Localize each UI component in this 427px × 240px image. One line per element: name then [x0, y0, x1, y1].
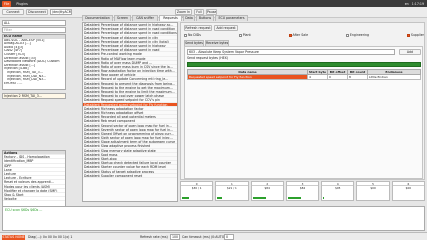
gauge-value: $30 / 1	[191, 186, 202, 190]
tab-documentation[interactable]: Documentation	[82, 15, 113, 21]
gauge-bar	[182, 197, 190, 199]
ecu-tree[interactable]: ECU name ABS-VDC - ABS-ESP [501] Airbag-…	[2, 34, 66, 90]
byte-gauge: 4 $05	[321, 181, 355, 201]
ecu-tree-item[interactable]: EHOMO - ...	[3, 82, 65, 86]
clock: 1:17:19	[411, 1, 424, 6]
filter-label: Engineering	[349, 33, 369, 37]
title-bar: File Plugins en 1:17:19	[0, 0, 427, 7]
byte-gauge: 3 $84	[285, 181, 320, 201]
byte-gauge: 1 $21 / 1	[215, 181, 249, 201]
tab-requests[interactable]: Requests	[159, 15, 182, 21]
status-bar: STATUS NONE Diag(...): 0x 00 0x 00 1(x) …	[0, 232, 427, 240]
filter-checkboxes: No DIDs Plant After Sale Engineering Supplie…	[184, 33, 424, 38]
cell-endianess[interactable]: Little Endian	[367, 74, 421, 80]
tab-data[interactable]: Data	[183, 15, 195, 21]
gauge-bar	[217, 197, 222, 199]
byte-gauge: 2 $84	[250, 181, 284, 201]
send-bytes-input[interactable]	[187, 62, 421, 67]
ecu-search-input[interactable]: Filter	[2, 27, 66, 33]
checkbox-icon[interactable]	[184, 33, 187, 37]
table-row[interactable]: Requested speed setpoint for Fly functio…	[187, 74, 421, 80]
filter-label: No DIDs	[188, 33, 201, 37]
byte-gauge: 6 $00	[391, 181, 425, 201]
gauge-value: $00	[370, 186, 376, 190]
filter-checkbox[interactable]: No DIDs	[184, 33, 201, 38]
checkbox-icon[interactable]	[345, 33, 349, 37]
port-select[interactable]: /dev/ttyACM0	[50, 9, 72, 15]
log-panel: ECU scan $6Ds $6Ds ...	[2, 206, 425, 231]
cell-start-byte[interactable]: 4	[307, 74, 328, 80]
cell-data-name[interactable]: Requested speed setpoint for Fly functio…	[187, 74, 308, 80]
refresh-rate-input[interactable]: 100	[170, 234, 180, 240]
gauge-bar	[323, 197, 325, 199]
gauge-value: $21 / 1	[227, 186, 237, 190]
refresh-request-button[interactable]: Refresh request	[184, 25, 212, 31]
keyboard-layout[interactable]: en	[405, 2, 409, 6]
action-item[interactable]: Velocite	[3, 197, 65, 202]
ecu-filter-select[interactable]: ALL	[2, 20, 66, 26]
status-message: Diag(...): 0x 00 0x 00 1(x) 1	[28, 234, 73, 239]
filter-label: Plant	[242, 33, 251, 37]
selected-ecu-label: Injection 2 RSM_TAI_3...	[2, 93, 66, 99]
gauge-value: $84	[264, 186, 270, 190]
menu-file[interactable]: File	[2, 0, 12, 7]
checkbox-icon[interactable]	[238, 33, 242, 37]
byte-gauges: 0 $30 / 1 1 $21 / 1 2 $84 3 $84 4 $05 5 $00 6 $00	[180, 181, 425, 201]
can-timeout-input[interactable]: 0	[224, 234, 234, 240]
menu-plugins[interactable]: Plugins	[16, 2, 27, 6]
log-line: ECU scan $6Ds $6Ds ...	[5, 208, 43, 212]
actions-list[interactable]: Actions Factory - IDS - Homologation Ide…	[2, 150, 66, 208]
cell-bit-count[interactable]: 8	[347, 74, 368, 80]
data-table: Data name Start byte Bit offset Bit coun…	[187, 69, 421, 80]
left-panel: ALL Filter ECU name ABS-VDC - ABS-ESP [5…	[0, 18, 68, 218]
byte-gauge: 5 $00	[356, 181, 390, 201]
checkbox-icon[interactable]	[406, 33, 410, 37]
request-editor: Refresh request Add request No DIDs Plant…	[180, 22, 425, 180]
gauge-bar	[287, 197, 302, 199]
filter-checkbox[interactable]: After Sale	[288, 33, 309, 38]
request-item[interactable]: DataIdent Supplier component reset	[83, 174, 177, 178]
col-start-byte: Start byte	[307, 69, 328, 75]
add-button[interactable]: Add	[399, 49, 421, 55]
system-tray: en 1:17:19	[405, 2, 424, 6]
cell-bit-offset[interactable]: 0	[327, 74, 348, 80]
tab-buttons[interactable]: Buttons	[196, 15, 214, 21]
add-request-button[interactable]: Add request	[214, 25, 238, 31]
connect-button[interactable]: Connect	[2, 9, 24, 15]
col-bit-offset: Bit offset	[327, 69, 348, 75]
gauge-bar	[252, 197, 267, 199]
requests-list[interactable]: DataIdent Percentage of distance spent i…	[82, 22, 178, 202]
main-tab-bar: Documentation Screen CAN sniffer Request…	[82, 15, 427, 22]
col-bit-count: Bit count	[347, 69, 368, 75]
can-timeout-label: Can timeout (ms) (0:AUTO)	[182, 234, 226, 239]
gauge-value: $05	[335, 186, 341, 190]
filter-label: Supplier	[410, 33, 424, 37]
gauge-value: $84	[299, 186, 306, 190]
disconnect-button[interactable]: Disconnect	[26, 9, 48, 15]
send-bytes-label: Send request bytes (HEX)	[187, 56, 229, 60]
byte-gauge: 0 $30 / 1	[180, 181, 214, 201]
filter-checkbox[interactable]: Engineering	[345, 33, 369, 38]
tab-ecu-parameters[interactable]: ECU parameters	[215, 15, 248, 21]
gauge-value: $00	[405, 186, 412, 190]
status-badge: STATUS NONE	[2, 234, 25, 240]
tab-screen[interactable]: Screen	[114, 15, 131, 21]
filter-checkbox[interactable]: Plant	[238, 33, 251, 38]
send-bytes-panel: 603 - Absolute Keep System Vapor Pressur…	[184, 46, 423, 179]
tab-can-sniffer[interactable]: CAN sniffer	[132, 15, 158, 21]
refresh-rate-label: Refresh rate (ms)	[140, 234, 168, 239]
checkbox-icon[interactable]	[288, 33, 292, 37]
filter-label: After Sale	[292, 33, 309, 37]
filter-checkbox[interactable]: Supplier	[406, 33, 424, 38]
request-select[interactable]: 603 - Absolute Keep System Vapor Pressur…	[187, 49, 395, 55]
